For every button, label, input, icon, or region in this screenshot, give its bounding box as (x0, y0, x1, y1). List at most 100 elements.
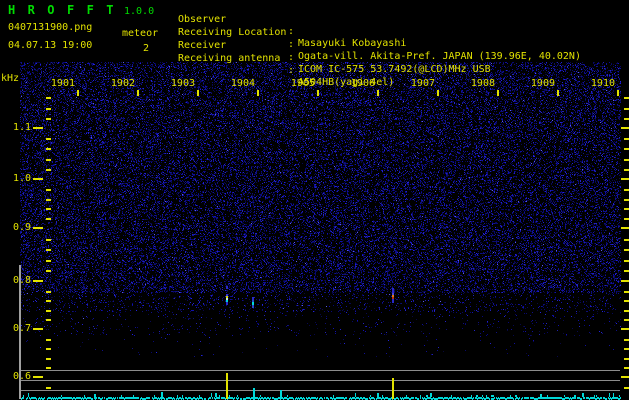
time-label: 1908 (470, 78, 495, 89)
freq-minor-tick (624, 159, 629, 161)
freq-major-tick (621, 328, 629, 330)
meteor-echo (392, 299, 394, 303)
meteor-echo (226, 302, 228, 305)
freq-label: 1.0 (12, 173, 31, 184)
freq-minor-tick (624, 339, 629, 341)
freq-minor-tick (624, 348, 629, 350)
freq-minor-tick (624, 169, 629, 171)
info-label: Receiving antenna (178, 53, 281, 64)
freq-major-tick (621, 127, 629, 129)
time-tick (197, 90, 199, 96)
freq-minor-tick (46, 138, 51, 140)
time-label: 1904 (230, 78, 255, 89)
freq-minor-tick (46, 348, 51, 350)
time-tick (557, 90, 559, 96)
time-label: 1905 (290, 78, 315, 89)
freq-minor-tick (46, 208, 51, 210)
freq-minor-tick (46, 169, 51, 171)
freq-minor-tick (46, 310, 51, 312)
signal-spike (226, 373, 228, 399)
freq-major-tick (33, 178, 43, 180)
freq-minor-tick (624, 108, 629, 110)
freq-minor-tick (46, 218, 51, 220)
freq-major-tick (33, 127, 43, 129)
time-tick (257, 90, 259, 96)
freq-minor-tick (624, 367, 629, 369)
freq-minor-tick (46, 291, 51, 293)
time-label: 1906 (350, 78, 375, 89)
freq-minor-tick (624, 189, 629, 191)
freq-minor-tick (624, 97, 629, 99)
freq-minor-tick (46, 118, 51, 120)
time-tick (377, 90, 379, 96)
time-label: 1909 (530, 78, 555, 89)
freq-minor-tick (624, 239, 629, 241)
signal-spike (253, 388, 255, 399)
signal-spike (94, 394, 96, 399)
freq-major-tick (621, 280, 629, 282)
freq-minor-tick (46, 199, 51, 201)
freq-minor-tick (624, 387, 629, 389)
freq-minor-tick (46, 97, 51, 99)
hrofft-screen: H R O F F T 1.0.0 0407131900.png meteor … (0, 0, 629, 400)
freq-label: 0.6 (12, 371, 31, 382)
time-label: 1907 (410, 78, 435, 89)
time-tick (137, 90, 139, 96)
freq-minor-tick (46, 189, 51, 191)
freq-minor-tick (624, 319, 629, 321)
time-label: 1903 (170, 78, 195, 89)
info-row: Receiving antenna : A504HB(yagi 4el) (0, 41, 629, 101)
freq-major-tick (33, 328, 43, 330)
freq-minor-tick (624, 208, 629, 210)
freq-minor-tick (624, 218, 629, 220)
time-tick (437, 90, 439, 96)
freq-label: 0.7 (12, 323, 31, 334)
freq-minor-tick (46, 300, 51, 302)
freq-minor-tick (624, 358, 629, 360)
signal-spike (280, 390, 282, 399)
meteor-echo (252, 305, 254, 308)
level-axis-line (19, 265, 21, 399)
freq-major-tick (621, 178, 629, 180)
freq-minor-tick (46, 319, 51, 321)
freq-major-tick (621, 227, 629, 229)
freq-minor-tick (624, 291, 629, 293)
time-tick (77, 90, 79, 96)
level-grid-line (20, 370, 620, 371)
time-label: 1901 (50, 78, 75, 89)
freq-minor-tick (624, 148, 629, 150)
freq-minor-tick (624, 118, 629, 120)
freq-label: 1.1 (12, 122, 31, 133)
level-grid-line (20, 390, 620, 391)
freq-minor-tick (624, 310, 629, 312)
freq-minor-tick (46, 108, 51, 110)
freq-minor-tick (624, 199, 629, 201)
freq-minor-tick (624, 249, 629, 251)
freq-axis-unit: kHz (1, 73, 20, 84)
time-tick (317, 90, 319, 96)
freq-minor-tick (624, 138, 629, 140)
freq-major-tick (621, 376, 629, 378)
freq-minor-tick (46, 339, 51, 341)
freq-minor-tick (46, 159, 51, 161)
freq-minor-tick (46, 239, 51, 241)
freq-minor-tick (46, 260, 51, 262)
freq-minor-tick (46, 387, 51, 389)
time-tick (497, 90, 499, 96)
meteor-echo (226, 286, 228, 289)
info-separator: : (288, 65, 295, 76)
freq-minor-tick (46, 358, 51, 360)
signal-spike (161, 392, 163, 399)
freq-label: 0.8 (12, 275, 31, 286)
freq-major-tick (33, 376, 43, 378)
freq-label: 0.9 (12, 222, 31, 233)
signal-spike (392, 378, 394, 399)
time-tick (617, 90, 619, 96)
freq-minor-tick (624, 300, 629, 302)
level-grid-line (20, 380, 620, 381)
freq-minor-tick (46, 249, 51, 251)
freq-minor-tick (46, 270, 51, 272)
freq-minor-tick (46, 148, 51, 150)
time-label: 1902 (110, 78, 135, 89)
time-label: 1910 (590, 78, 615, 89)
